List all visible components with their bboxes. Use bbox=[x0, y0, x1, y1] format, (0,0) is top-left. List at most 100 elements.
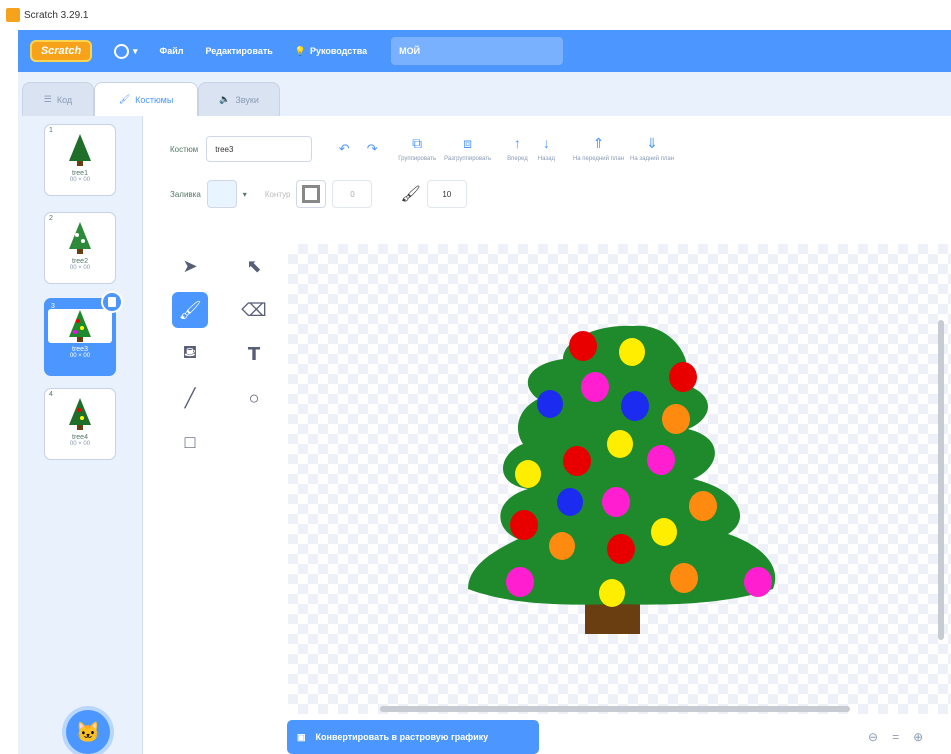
eraser-tool[interactable]: ⌫ bbox=[236, 292, 272, 328]
reshape-icon: ⬉ bbox=[246, 255, 262, 276]
ornament bbox=[599, 579, 625, 607]
edit-menu[interactable]: Редактировать bbox=[205, 46, 272, 56]
brush-size-icon: 🖌 bbox=[400, 186, 421, 203]
outline-label: Контур bbox=[264, 189, 291, 199]
brush-size-input[interactable]: 10 bbox=[426, 180, 467, 208]
delete-costume-button[interactable] bbox=[101, 291, 123, 313]
brush-icon: 🖌 bbox=[118, 94, 131, 104]
costume-item[interactable]: 2 tree2 00 × 00 bbox=[44, 212, 116, 284]
fill-label: Заливка bbox=[170, 189, 201, 199]
ornament bbox=[607, 430, 633, 458]
fill-tool[interactable]: ⛾ bbox=[172, 336, 208, 372]
project-title-input[interactable]: МОЙ bbox=[391, 37, 564, 65]
ornament bbox=[506, 567, 534, 597]
ungroup-button[interactable]: ⧈ Разгруппировать bbox=[444, 136, 491, 162]
forward-button[interactable]: ↑ Вперед bbox=[507, 136, 528, 162]
costume-name: tree4 bbox=[72, 434, 88, 441]
redo-icon: ↷ bbox=[366, 141, 378, 156]
arrow-down-icon: ↓ bbox=[542, 135, 550, 151]
rectangle-tool[interactable]: □ bbox=[172, 424, 208, 460]
text-tool[interactable]: T bbox=[236, 336, 272, 372]
circle-icon: ○ bbox=[248, 387, 260, 408]
lightbulb-icon: 💡 bbox=[294, 45, 306, 56]
ornament bbox=[689, 491, 717, 521]
line-tool[interactable]: ╱ bbox=[172, 380, 208, 416]
tutorials-menu[interactable]: 💡 Руководства bbox=[295, 46, 367, 57]
costume-item[interactable]: 1 tree1 00 × 00 bbox=[44, 124, 116, 196]
costume-number: 1 bbox=[49, 127, 53, 134]
costume-size: 00 × 00 bbox=[69, 353, 91, 359]
tab-sounds[interactable]: 🔈 Звуки bbox=[198, 82, 280, 116]
back-button[interactable]: ⇓ На задний план bbox=[630, 136, 674, 162]
costume-number: 3 bbox=[51, 303, 55, 310]
ornament bbox=[607, 534, 635, 564]
tab-costumes[interactable]: 🖌 Костюмы bbox=[94, 82, 198, 116]
costume-item-selected[interactable]: 3 tree3 00 × 00 bbox=[44, 291, 123, 376]
costume-name: tree3 bbox=[72, 346, 88, 353]
front-button[interactable]: ⇑ На передний план bbox=[573, 136, 624, 162]
tabs-row: ☰ Код 🖌 Костюмы 🔈 Звуки bbox=[18, 72, 951, 116]
fill-color-swatch[interactable] bbox=[206, 180, 237, 208]
ornament bbox=[647, 445, 675, 475]
ornament bbox=[621, 391, 649, 421]
scratch-app-icon bbox=[6, 8, 20, 22]
tab-code-label: Код bbox=[56, 94, 73, 105]
cat-icon: 🐱 bbox=[75, 721, 101, 744]
ornament bbox=[563, 446, 591, 476]
group-icon: ⧉ bbox=[412, 135, 423, 151]
costume-thumbnail bbox=[52, 397, 108, 431]
tab-code[interactable]: ☰ Код bbox=[22, 82, 94, 116]
tree-drawing bbox=[468, 325, 776, 634]
vertical-scrollbar[interactable] bbox=[938, 320, 944, 640]
ungroup-icon: ⧈ bbox=[463, 135, 473, 151]
zoom-out-button[interactable]: ⊖ bbox=[868, 730, 878, 744]
brush-tool[interactable]: 🖌 bbox=[172, 292, 208, 328]
zoom-in-button[interactable]: ⊕ bbox=[913, 730, 923, 744]
costume-label: Костюм bbox=[170, 144, 199, 154]
ornament bbox=[510, 510, 538, 540]
eraser-icon: ⌫ bbox=[241, 299, 267, 320]
zoom-reset-button[interactable]: = bbox=[892, 730, 899, 744]
reshape-tool[interactable]: ⬉ bbox=[236, 248, 272, 284]
line-icon: ╱ bbox=[184, 387, 196, 408]
paint-canvas[interactable] bbox=[288, 244, 951, 714]
select-tool[interactable]: ➤ bbox=[172, 248, 208, 284]
arrow-up-icon: ↑ bbox=[513, 135, 521, 151]
outline-width-input[interactable]: 0 bbox=[332, 180, 373, 208]
costume-name: tree2 bbox=[72, 258, 88, 265]
cursor-icon: ➤ bbox=[182, 255, 198, 276]
paint-bucket-icon: ⛾ bbox=[182, 342, 198, 362]
speaker-icon: 🔈 bbox=[219, 94, 231, 104]
scratch-logo[interactable]: Scratch bbox=[30, 40, 92, 62]
costume-item[interactable]: 4 tree4 00 × 00 bbox=[44, 388, 116, 460]
horizontal-scrollbar[interactable] bbox=[380, 706, 850, 712]
file-menu[interactable]: Файл bbox=[160, 46, 184, 56]
group-button[interactable]: ⧉ Группировать bbox=[398, 136, 436, 162]
costume-name: tree1 bbox=[72, 170, 88, 177]
costume-name-input[interactable]: tree3 bbox=[206, 136, 313, 162]
ornament bbox=[537, 390, 563, 418]
arrow-top-icon: ⇑ bbox=[592, 135, 605, 151]
circle-tool[interactable]: ○ bbox=[236, 380, 272, 416]
add-costume-button[interactable]: 🐱 bbox=[66, 710, 110, 754]
back-label: На задний план bbox=[630, 156, 675, 162]
language-menu[interactable]: ▾ bbox=[114, 43, 138, 59]
undo-button[interactable]: ↶ bbox=[330, 137, 358, 161]
redo-button[interactable]: ↷ bbox=[358, 137, 386, 161]
front-label: На передний план bbox=[572, 156, 625, 162]
ornament bbox=[557, 488, 583, 516]
menu-bar: Scratch ▾ Файл Редактировать 💡 Руководст… bbox=[18, 30, 951, 72]
costume-thumbnail bbox=[48, 309, 112, 343]
ornament bbox=[619, 338, 645, 366]
ungroup-label: Разгруппировать bbox=[444, 156, 492, 162]
outline-color-swatch[interactable] bbox=[296, 180, 327, 208]
costume-thumbnail bbox=[52, 133, 108, 167]
convert-to-bitmap-button[interactable]: ▣ Конвертировать в растровую графику bbox=[287, 720, 539, 754]
backward-button[interactable]: ↓ Назад bbox=[538, 136, 555, 162]
ornament bbox=[569, 331, 597, 361]
costume-number: 2 bbox=[49, 215, 53, 222]
costume-size: 00 × 00 bbox=[69, 441, 91, 447]
undo-icon: ↶ bbox=[338, 141, 350, 156]
rectangle-icon: □ bbox=[184, 431, 196, 452]
fill-dropdown-icon[interactable]: ▾ bbox=[243, 190, 247, 199]
